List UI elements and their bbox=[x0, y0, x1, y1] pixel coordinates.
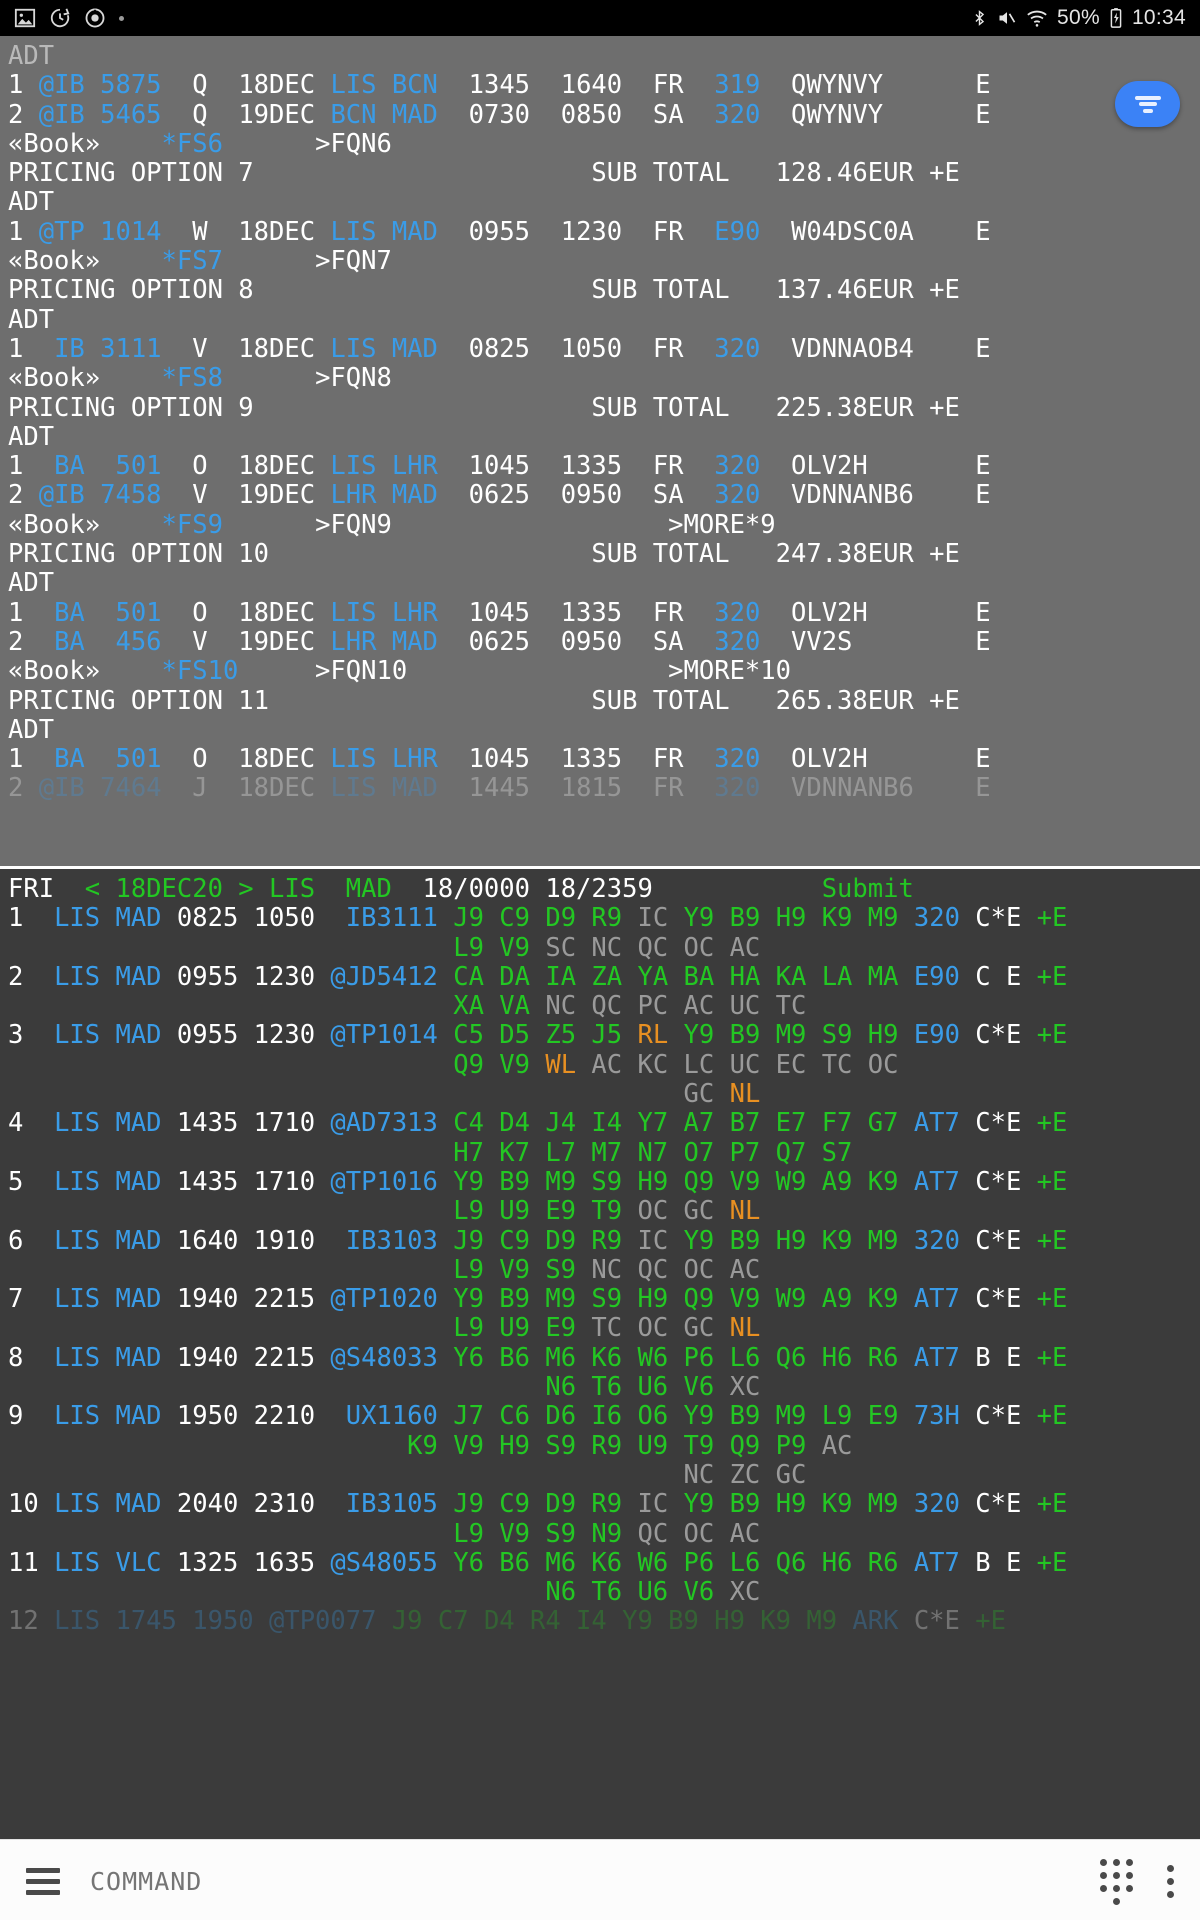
filter-funnel-icon bbox=[1134, 93, 1161, 115]
status-bar-right-icons: 50% 10:34 bbox=[971, 6, 1186, 30]
overflow-menu-icon[interactable] bbox=[1167, 1865, 1174, 1898]
more-dot-icon bbox=[119, 15, 124, 21]
command-bar bbox=[0, 1839, 1200, 1920]
status-bar-left-icons bbox=[14, 7, 124, 29]
image-icon bbox=[14, 7, 36, 29]
wifi-icon bbox=[1026, 7, 1048, 29]
battery-percent: 50% bbox=[1057, 6, 1100, 29]
dial-keypad-icon[interactable] bbox=[1100, 1858, 1133, 1905]
status-bar: 50% 10:34 bbox=[0, 0, 1200, 36]
record-circle-icon bbox=[84, 7, 106, 29]
availability-terminal-pane[interactable]: FRI < 18DEC20 > LIS MAD 18/0000 18/2359 … bbox=[0, 869, 1200, 1839]
bluetooth-icon bbox=[971, 7, 988, 29]
battery-charging-icon bbox=[1109, 7, 1123, 29]
command-input[interactable] bbox=[90, 1867, 1100, 1896]
pricing-terminal-text: ADT 1 @IB 5875 Q 18DEC LIS BCN 1345 1640… bbox=[8, 41, 991, 804]
filter-fab[interactable] bbox=[1115, 81, 1180, 127]
history-clock-icon bbox=[49, 7, 71, 29]
pricing-terminal-pane[interactable]: ADT 1 @IB 5875 Q 18DEC LIS BCN 1345 1640… bbox=[0, 36, 1200, 866]
hamburger-menu-icon[interactable] bbox=[26, 1868, 60, 1895]
volume-mute-icon bbox=[997, 7, 1017, 29]
availability-terminal-text: FRI < 18DEC20 > LIS MAD 18/0000 18/2359 … bbox=[8, 874, 1068, 1637]
status-bar-clock: 10:34 bbox=[1131, 6, 1186, 29]
